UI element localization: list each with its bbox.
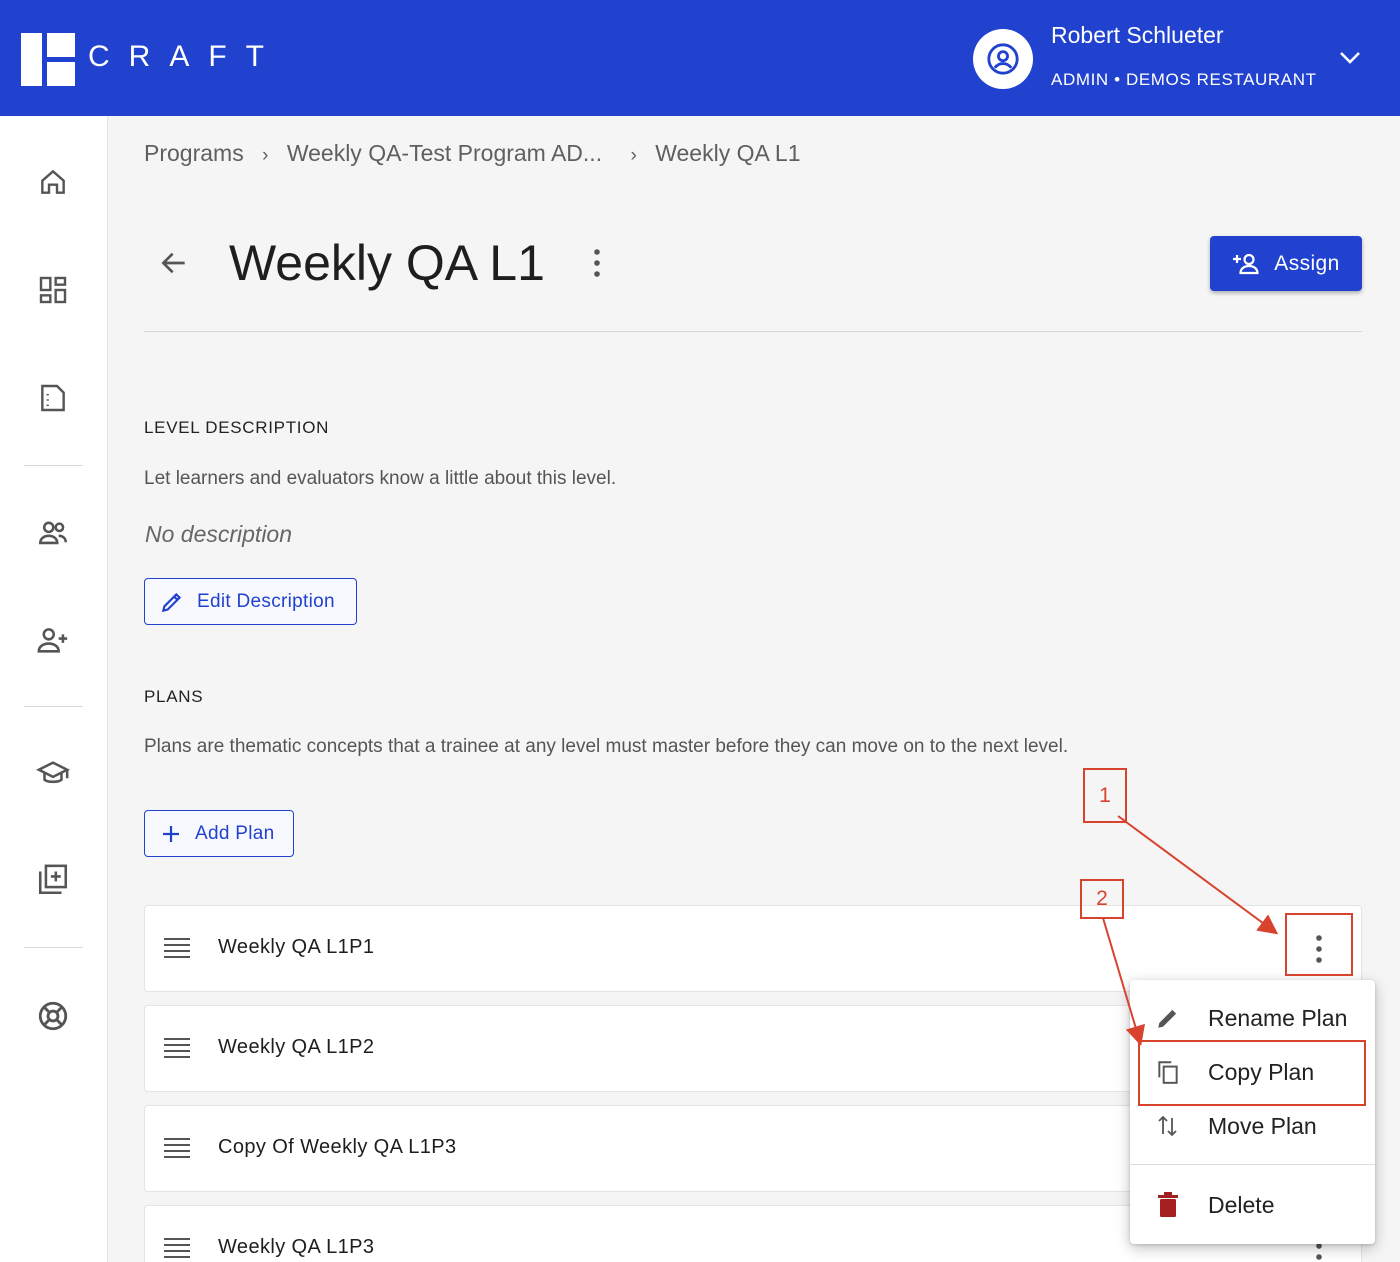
edit-description-button[interactable]: Edit Description bbox=[144, 578, 357, 625]
drag-handle-icon[interactable] bbox=[163, 937, 191, 964]
annotation-highlight-copy-plan bbox=[1138, 1040, 1366, 1106]
sidebar-divider bbox=[24, 947, 83, 948]
add-person-icon[interactable] bbox=[36, 623, 70, 657]
plan-name: Weekly QA L1P2 bbox=[218, 1036, 375, 1058]
menu-item-label: Delete bbox=[1208, 1191, 1275, 1218]
annotation-number: 2 bbox=[1096, 887, 1108, 910]
annotation-number: 1 bbox=[1099, 783, 1111, 807]
pencil-icon bbox=[161, 592, 182, 612]
menu-item-move-plan[interactable]: Move Plan bbox=[1130, 1101, 1375, 1151]
sidebar-divider bbox=[24, 706, 83, 707]
drag-handle-icon[interactable] bbox=[163, 1137, 191, 1164]
menu-item-delete[interactable]: Delete bbox=[1130, 1180, 1375, 1230]
drag-handle-icon[interactable] bbox=[163, 1037, 191, 1064]
level-description-heading: LEVEL DESCRIPTION bbox=[144, 418, 330, 437]
menu-item-rename-plan[interactable]: Rename Plan bbox=[1130, 993, 1375, 1043]
page-title: Weekly QA L1 bbox=[229, 235, 545, 291]
menu-item-label: Move Plan bbox=[1208, 1112, 1317, 1139]
library-add-icon[interactable] bbox=[36, 863, 70, 897]
menu-item-label: Rename Plan bbox=[1208, 1004, 1348, 1031]
edit-description-label: Edit Description bbox=[197, 590, 335, 612]
chevron-down-icon[interactable] bbox=[1338, 48, 1362, 73]
header-divider bbox=[144, 331, 1362, 332]
lifebuoy-icon[interactable] bbox=[36, 999, 70, 1033]
school-icon[interactable] bbox=[36, 757, 70, 791]
add-plan-button[interactable]: Add Plan bbox=[144, 810, 294, 857]
breadcrumb-item-programs[interactable]: Programs bbox=[144, 140, 244, 167]
plus-icon bbox=[163, 825, 179, 842]
account-avatar-icon[interactable] bbox=[973, 29, 1033, 89]
add-person-icon bbox=[1233, 253, 1259, 274]
more-vert-icon[interactable] bbox=[588, 248, 606, 283]
breadcrumb-item-level: Weekly QA L1 bbox=[655, 140, 801, 166]
plan-context-menu: Rename Plan Copy Plan Move Plan Delete bbox=[1130, 980, 1375, 1244]
document-icon[interactable] bbox=[36, 381, 70, 415]
logo-text: CRAFT bbox=[88, 40, 283, 73]
user-role: ADMIN • DEMOS RESTAURANT bbox=[1051, 70, 1317, 89]
breadcrumb-separator: › bbox=[630, 145, 637, 166]
assign-button-label: Assign bbox=[1274, 251, 1340, 275]
back-arrow-icon[interactable] bbox=[158, 247, 190, 284]
drag-handle-icon[interactable] bbox=[163, 1237, 191, 1262]
logo-mark-icon bbox=[21, 33, 75, 86]
more-vert-icon[interactable] bbox=[1310, 1242, 1328, 1262]
breadcrumb-item-program[interactable]: Weekly QA-Test Program AD... bbox=[287, 140, 602, 167]
home-icon[interactable] bbox=[36, 165, 70, 199]
sidebar-divider bbox=[24, 465, 83, 466]
pencil-icon bbox=[1155, 1005, 1181, 1031]
plans-help: Plans are thematic concepts that a train… bbox=[144, 736, 1069, 757]
swap-vert-icon bbox=[1155, 1113, 1181, 1139]
people-icon[interactable] bbox=[36, 516, 70, 550]
breadcrumb-separator: › bbox=[262, 145, 269, 166]
add-plan-label: Add Plan bbox=[195, 822, 275, 844]
menu-divider bbox=[1130, 1164, 1375, 1165]
plan-name: Copy Of Weekly QA L1P3 bbox=[218, 1136, 457, 1158]
dashboard-icon[interactable] bbox=[36, 273, 70, 307]
empty-description: No description bbox=[145, 521, 293, 547]
plan-name: Weekly QA L1P1 bbox=[218, 936, 375, 958]
breadcrumb: Programs › Weekly QA-Test Program AD... … bbox=[144, 140, 801, 167]
plan-row[interactable]: Weekly QA L1P1 bbox=[144, 905, 1362, 992]
sidebar bbox=[0, 116, 108, 1262]
plan-name: Weekly QA L1P3 bbox=[218, 1236, 375, 1258]
trash-icon bbox=[1155, 1192, 1181, 1218]
user-name: Robert Schlueter bbox=[1051, 22, 1224, 48]
plans-heading: PLANS bbox=[144, 687, 204, 706]
level-description-help: Let learners and evaluators know a littl… bbox=[144, 468, 617, 489]
top-app-bar: CRAFT Robert Schlueter ADMIN • DEMOS RES… bbox=[0, 0, 1400, 116]
assign-button[interactable]: Assign bbox=[1210, 236, 1362, 291]
annotation-highlight-kebab bbox=[1285, 913, 1353, 976]
